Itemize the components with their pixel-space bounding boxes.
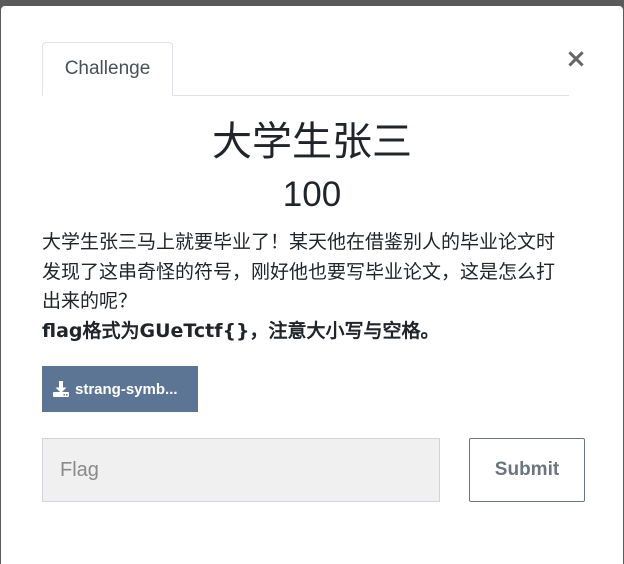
description-line: 发现了这串奇怪的符号，刚好他也要写毕业论文，这是怎么打	[42, 260, 556, 283]
close-icon[interactable]: ×	[565, 44, 587, 74]
flag-input[interactable]	[42, 438, 440, 502]
challenge-title: 大学生张三	[212, 119, 412, 165]
download-icon	[53, 381, 69, 397]
challenge-description: 大学生张三马上就要毕业了！某天他在借鉴别人的毕业论文时 发现了这串奇怪的符号，刚…	[42, 228, 602, 346]
description-line: 出来的呢？	[42, 290, 138, 312]
file-name: strang-symb...	[75, 380, 178, 398]
challenge-value: 100	[282, 175, 342, 214]
file-download-button[interactable]: strang-symb...	[42, 366, 198, 412]
tab-challenge[interactable]: Challenge	[42, 42, 173, 96]
submit-button[interactable]: Submit	[469, 438, 585, 502]
challenge-modal: Challenge × 大学生张三 100 大学生张三马上就要毕业了！某天他在借…	[1, 6, 623, 564]
modal-tab-bar: Challenge	[42, 42, 569, 96]
flag-format-hint: flag格式为GUeTctf{}，注意大小写与空格。	[42, 319, 440, 342]
description-line: 大学生张三马上就要毕业了！某天他在借鉴别人的毕业论文时	[42, 231, 556, 253]
